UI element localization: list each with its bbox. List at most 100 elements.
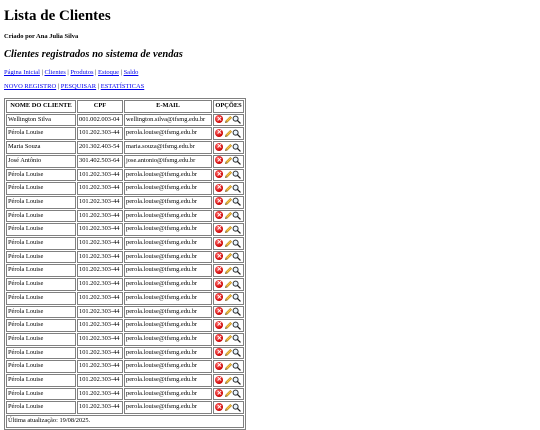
cell-name: Pérola Louise xyxy=(6,195,76,209)
delete-icon[interactable] xyxy=(215,155,223,165)
search-icon[interactable] xyxy=(232,307,241,316)
search-icon[interactable] xyxy=(232,389,241,399)
edit-icon[interactable] xyxy=(224,211,232,220)
edit-icon[interactable] xyxy=(224,252,232,261)
cell-email: wellington.silva@ifsmg.edu.br xyxy=(124,113,212,127)
edit-icon[interactable] xyxy=(224,129,232,137)
search-icon[interactable] xyxy=(232,403,241,412)
header-options: OPÇÕES xyxy=(213,100,244,113)
nav-link-clientes[interactable]: Clientes xyxy=(44,69,65,76)
delete-icon[interactable] xyxy=(215,141,223,151)
edit-icon[interactable] xyxy=(224,184,232,192)
cell-cpf: 101.202.303-44 xyxy=(77,374,123,387)
cell-email: perola.louise@ifsmg.edu.br xyxy=(124,237,212,250)
search-icon[interactable] xyxy=(232,197,241,207)
search-icon[interactable] xyxy=(232,280,241,289)
cell-cpf: 201.302.403-54 xyxy=(77,141,123,154)
delete-icon[interactable] xyxy=(215,237,223,247)
cell-cpf: 101.202.303-44 xyxy=(77,182,123,195)
search-icon[interactable] xyxy=(232,334,241,344)
cell-options xyxy=(213,305,244,319)
edit-icon[interactable] xyxy=(224,307,232,316)
delete-icon[interactable] xyxy=(215,264,223,274)
cell-options xyxy=(213,127,244,141)
delete-icon[interactable] xyxy=(215,127,223,137)
search-icon[interactable] xyxy=(232,362,241,371)
search-icon[interactable] xyxy=(232,293,241,303)
cell-options xyxy=(213,374,244,387)
cell-options xyxy=(213,223,244,237)
search-icon[interactable] xyxy=(232,115,241,124)
cell-cpf: 101.202.303-44 xyxy=(77,250,123,264)
nav-link-estoque[interactable]: Estoque xyxy=(98,69,119,76)
edit-icon[interactable] xyxy=(224,239,232,247)
new-record-link[interactable]: NOVO REGISTRO xyxy=(4,83,56,90)
delete-icon[interactable] xyxy=(215,360,223,370)
table-row: Pérola Louise 101.202.303-44 perola.louise… xyxy=(6,319,244,332)
search-icon[interactable] xyxy=(232,239,241,248)
search-icon[interactable] xyxy=(232,266,241,275)
edit-icon[interactable] xyxy=(224,266,232,274)
search-icon[interactable] xyxy=(232,348,241,357)
edit-icon[interactable] xyxy=(224,225,232,233)
cell-name: Pérola Louise xyxy=(6,291,76,305)
delete-icon[interactable] xyxy=(215,223,223,233)
edit-icon[interactable] xyxy=(224,115,232,124)
search-icon[interactable] xyxy=(232,129,241,138)
nav-link-saldo[interactable]: Saldo xyxy=(124,69,139,76)
edit-icon[interactable] xyxy=(224,334,232,343)
search-icon[interactable] xyxy=(232,156,241,166)
delete-icon[interactable] xyxy=(215,292,223,302)
nav-link-produtos[interactable]: Produtos xyxy=(70,69,93,76)
edit-icon[interactable] xyxy=(224,197,232,206)
delete-icon[interactable] xyxy=(215,347,223,357)
search-icon[interactable] xyxy=(232,170,241,179)
edit-icon[interactable] xyxy=(224,143,232,151)
delete-icon[interactable] xyxy=(215,319,223,329)
delete-icon[interactable] xyxy=(215,251,223,261)
cell-name: José Antônio xyxy=(6,154,76,168)
edit-icon[interactable] xyxy=(224,293,232,302)
statistics-link[interactable]: ESTATÍSTICAS xyxy=(101,83,145,90)
cell-name: Pérola Louise xyxy=(6,374,76,387)
cell-email: perola.louise@ifsmg.edu.br xyxy=(124,182,212,195)
edit-icon[interactable] xyxy=(224,403,232,412)
cell-options xyxy=(213,387,244,401)
delete-icon[interactable] xyxy=(215,374,223,384)
cell-email: perola.louise@ifsmg.edu.br xyxy=(124,319,212,332)
delete-icon[interactable] xyxy=(215,306,223,316)
cell-options xyxy=(213,360,244,374)
delete-icon[interactable] xyxy=(215,169,223,179)
delete-icon[interactable] xyxy=(215,196,223,206)
delete-icon[interactable] xyxy=(215,388,223,398)
search-icon[interactable] xyxy=(232,252,241,261)
delete-icon[interactable] xyxy=(215,114,223,124)
delete-icon[interactable] xyxy=(215,278,223,288)
edit-icon[interactable] xyxy=(224,348,232,357)
delete-icon[interactable] xyxy=(215,333,223,343)
search-icon[interactable] xyxy=(232,321,241,330)
cell-cpf: 101.202.303-44 xyxy=(77,360,123,374)
delete-icon[interactable] xyxy=(215,210,223,220)
delete-icon[interactable] xyxy=(215,402,223,412)
cell-cpf: 301.402.503-64 xyxy=(77,154,123,168)
edit-icon[interactable] xyxy=(224,156,232,165)
search-icon[interactable] xyxy=(232,225,241,234)
table-body: Wellington Silva 001.002.003-04 wellington… xyxy=(6,113,244,415)
search-icon[interactable] xyxy=(232,143,241,152)
cell-email: perola.louise@ifsmg.edu.br xyxy=(124,360,212,374)
edit-icon[interactable] xyxy=(224,280,232,288)
search-icon[interactable] xyxy=(232,184,241,193)
search-link[interactable]: PESQUISAR xyxy=(61,83,96,90)
edit-icon[interactable] xyxy=(224,362,232,370)
edit-icon[interactable] xyxy=(224,321,232,329)
nav-link-home[interactable]: Página Inicial xyxy=(4,69,40,76)
search-icon[interactable] xyxy=(232,211,241,220)
cell-cpf: 101.202.303-44 xyxy=(77,346,123,360)
edit-icon[interactable] xyxy=(224,376,232,384)
edit-icon[interactable] xyxy=(224,389,232,398)
search-icon[interactable] xyxy=(232,376,241,385)
table-row: Pérola Louise 101.202.303-44 perola.louise… xyxy=(6,332,244,346)
edit-icon[interactable] xyxy=(224,170,232,179)
delete-icon[interactable] xyxy=(215,182,223,192)
